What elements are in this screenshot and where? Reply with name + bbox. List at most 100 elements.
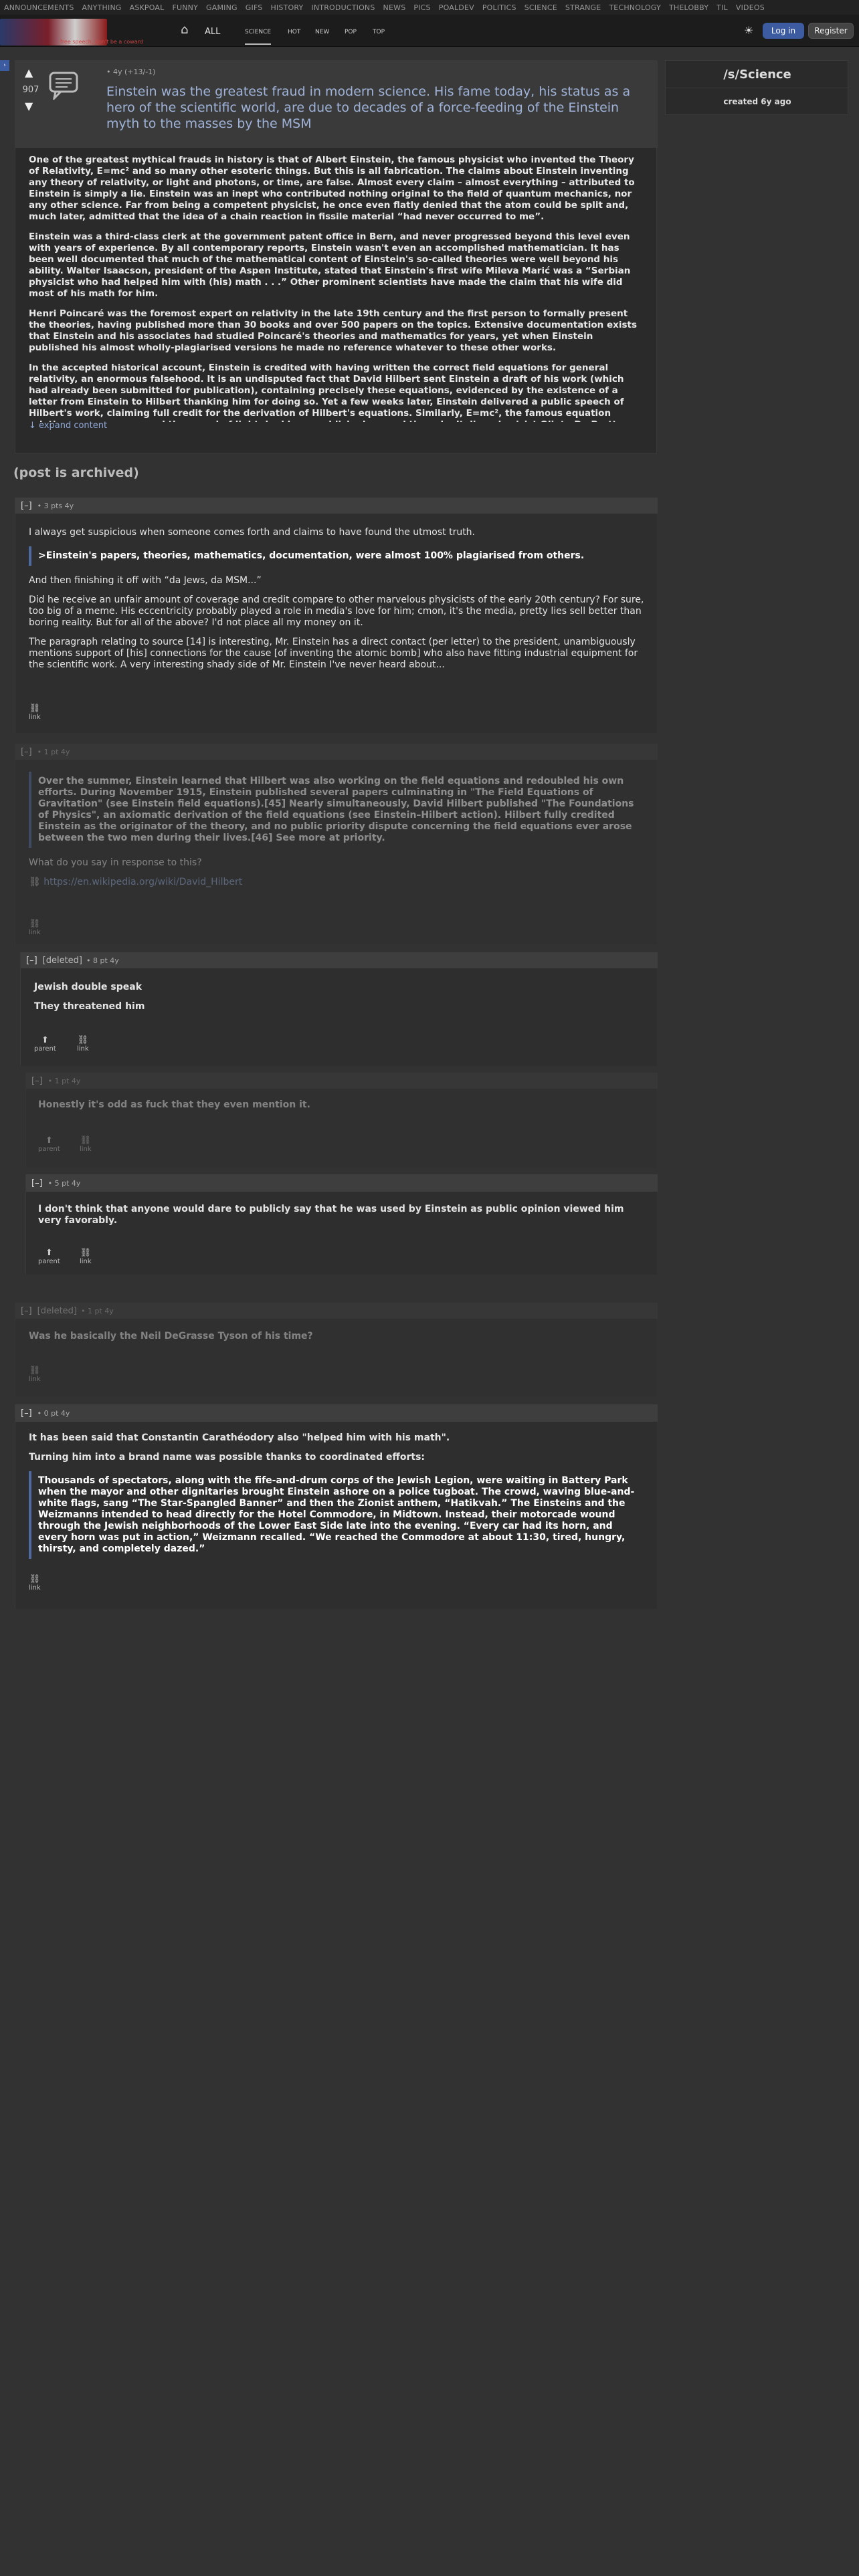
post-paragraph: Einstein was a third-class clerk at the … [29,231,631,299]
chevron-right-icon[interactable]: › [0,60,9,71]
quote-text: Thousands of spectators, along with the … [38,1475,635,1554]
comment-header: [–] • 5 pt 4y [26,1174,658,1192]
comment-meta: • 1 pt 4y [47,1076,81,1085]
chain-link-icon: ⛓ [80,1136,92,1146]
archived-notice: (post is archived) [13,465,139,480]
arrow-up-parent-icon: ⬆ [41,1035,49,1045]
tab-new[interactable]: NEW [315,29,329,35]
comment: [–] • 5 pt 4y I don't think that anyone … [25,1174,658,1275]
comment: [–] • 0 pt 4y It has been said that Cons… [15,1404,658,1609]
quote-text: Over the summer, Einstein learned that H… [38,776,634,843]
link-button[interactable]: ⛓ link [29,919,41,936]
post-header: ▲ 907 ▼ • 4y (+13/-1) Einstein was the g… [15,61,658,148]
post-title[interactable]: Einstein was the greatest fraud in moder… [106,84,642,132]
tab-pop[interactable]: POP [345,29,357,35]
comment-text: They threatened him [34,1001,145,1012]
topnav-item-poaldev[interactable]: POALDEV [439,3,474,12]
sidebar-created: created 6y ago [723,97,791,106]
topnav-item-politics[interactable]: POLITICS [482,3,516,12]
link-button[interactable]: ⛓ link [80,1248,92,1265]
topnav-item-news[interactable]: NEWS [383,3,406,12]
speech-bubble-icon[interactable] [47,70,80,100]
link-button[interactable]: ⛓ link [77,1035,89,1053]
topnav-item-askpoal[interactable]: ASKPOAL [130,3,165,12]
topnav-item-til[interactable]: TIL [717,3,728,12]
arrow-up-parent-icon: ⬆ [45,1248,53,1258]
collapse-toggle[interactable]: [–] [26,956,37,966]
topnav-item-technology[interactable]: TECHNOLOGY [609,3,661,12]
post-score: 907 [22,85,39,95]
link-button[interactable]: ⛓ link [29,1366,41,1383]
comment-text: Honestly it's odd as fuck that they even… [38,1099,310,1110]
comment-header: [–] • 1 pt 4y [15,744,658,760]
collapse-toggle[interactable]: [–] [31,1076,43,1086]
comment-text: Was he basically the Neil DeGrasse Tyson… [29,1331,313,1341]
wikipedia-link[interactable]: https://en.wikipedia.org/wiki/David_Hilb… [43,877,242,887]
comment-quote: >Einstein's papers, theories, mathematic… [29,546,644,566]
sun-icon[interactable]: ☀ [744,24,756,37]
comment-text: Turning him into a brand name was possib… [29,1452,425,1463]
login-button[interactable]: Log in [763,23,804,39]
link-button[interactable]: ⛓ link [29,704,41,721]
topnav-item-funny[interactable]: FUNNY [172,3,198,12]
topnav-item-thelobby[interactable]: THELOBBY [669,3,708,12]
topnav-item-announcements[interactable]: ANNOUNCEMENTS [4,3,74,12]
comment-body: Honestly it's odd as fuck that they even… [38,1099,640,1119]
tab-science[interactable]: SCIENCE [245,29,272,45]
sidebar: /s/Science created 6y ago [665,60,849,115]
expand-content-button[interactable]: ↓ expand content [29,421,107,431]
comment-body: I always get suspicious when someone com… [29,527,644,679]
collapse-toggle[interactable]: [–] [21,1408,32,1418]
link-label: link [29,1584,41,1592]
tab-hot[interactable]: HOT [288,29,300,35]
parent-button[interactable]: ⬆ parent [38,1136,60,1153]
post-paragraph: Henri Poincaré was the foremost expert o… [29,308,637,353]
comment: [–] • 3 pts 4y I always get suspicious w… [15,498,658,733]
parent-label: parent [34,1045,56,1053]
comment: [–] • 1 pt 4y Honestly it's odd as fuck … [25,1073,658,1168]
chain-link-icon: ⛓ [29,877,44,887]
topnav-item-introductions[interactable]: INTRODUCTIONS [311,3,375,12]
comment-text: Did he receive an unfair amount of cover… [29,595,644,628]
link-button[interactable]: ⛓ link [80,1136,92,1153]
comment-header: [–] • 3 pts 4y [15,498,658,514]
link-button[interactable]: ⛓ link [29,1574,41,1592]
comment-meta: • 0 pt 4y [37,1408,70,1418]
sidebar-title[interactable]: /s/Science [666,68,849,82]
home-icon[interactable]: ⌂ [181,24,194,36]
arrow-up-icon[interactable]: ▲ [25,66,33,79]
collapse-toggle[interactable]: [–] [21,1306,32,1316]
parent-button[interactable]: ⬆ parent [34,1035,56,1053]
comment-header: [–] • 0 pt 4y [15,1404,658,1422]
topnav-item-science[interactable]: SCIENCE [524,3,557,12]
topnav-item-gaming[interactable]: GAMING [206,3,237,12]
topnav-item-gifs[interactable]: GIFS [246,3,263,12]
link-label: link [29,929,41,936]
topnav-item-pics[interactable]: PICS [413,3,430,12]
deleted-label: [deleted] [42,955,83,966]
comment-body: I don't think that anyone would dare to … [38,1204,640,1235]
topnav-item-strange[interactable]: STRANGE [565,3,601,12]
collapse-toggle[interactable]: [–] [21,501,32,511]
chain-link-icon: ⛓ [80,1248,92,1258]
comment-body: It has been said that Constantin Carathé… [29,1432,644,1568]
tab-top[interactable]: TOP [373,29,385,35]
nav-all[interactable]: ALL [205,27,220,37]
register-button[interactable]: Register [808,23,854,39]
link-label: link [29,714,41,721]
parent-label: parent [38,1146,60,1153]
topnav-item-anything[interactable]: ANYTHING [82,3,122,12]
logo-tagline: free speech, don't be a coward [60,39,143,45]
link-label: link [29,1376,41,1383]
site-header: free speech, don't be a coward ⌂ ALL SCI… [0,15,859,47]
parent-button[interactable]: ⬆ parent [38,1248,60,1265]
deleted-label: [deleted] [37,1305,78,1316]
arrow-down-icon[interactable]: ▼ [25,100,33,112]
topnav-item-videos[interactable]: VIDEOS [736,3,765,12]
collapse-toggle[interactable]: [–] [21,747,32,757]
comment-text: I always get suspicious when someone com… [29,527,476,538]
post-paragraph: One of the greatest mythical frauds in h… [29,154,635,222]
topnav-item-history[interactable]: HISTORY [270,3,303,12]
collapse-toggle[interactable]: [–] [31,1178,43,1188]
post-paragraph: In the accepted historical account, Eins… [29,362,632,422]
